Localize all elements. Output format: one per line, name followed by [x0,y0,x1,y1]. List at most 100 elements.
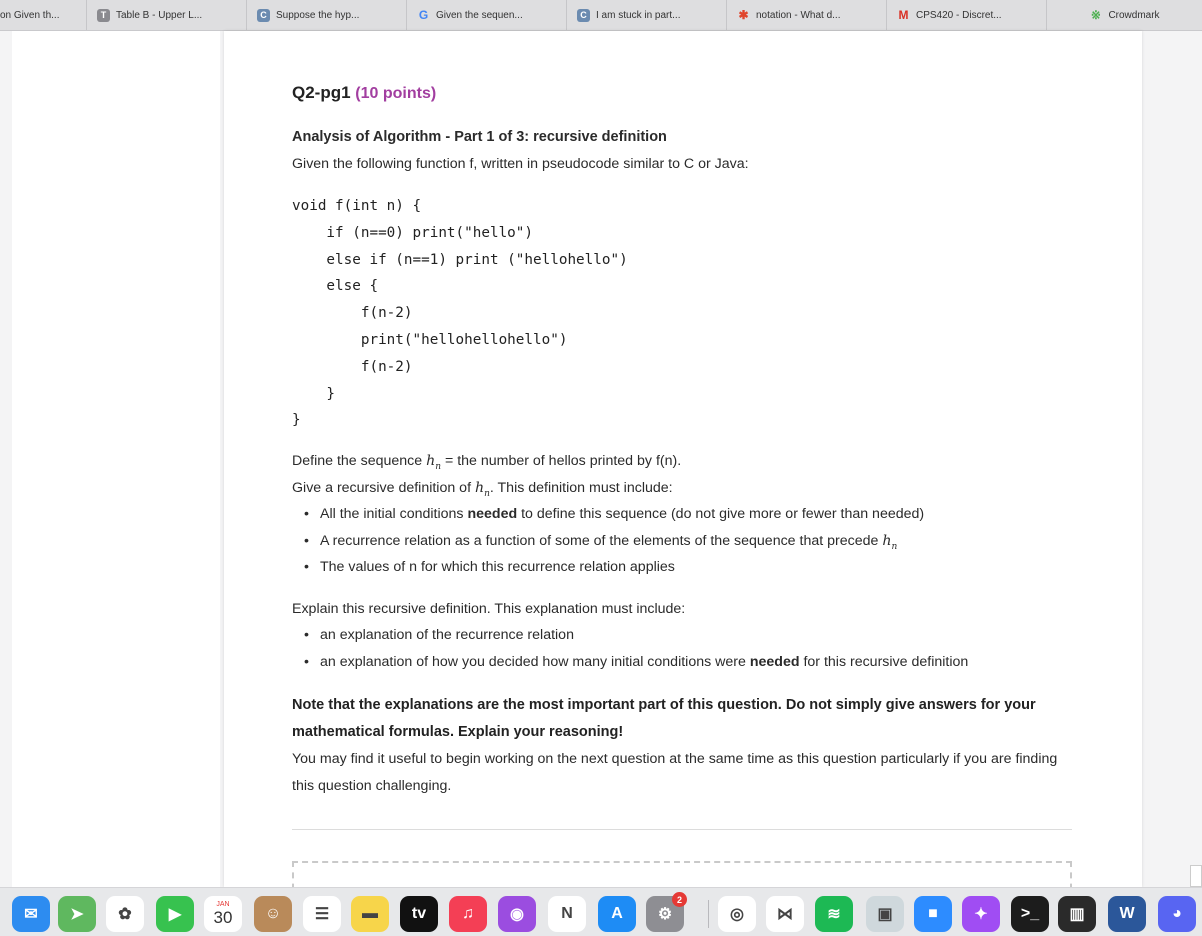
messenger-icon[interactable]: ✦ [962,896,1000,932]
seq-symbol-sub-3: n [891,541,898,552]
bullet3-text: The values of n for which this recurrenc… [320,559,675,576]
zoom-icon[interactable]: ■ [914,896,952,932]
page: Q2-pg1 (10 points) Analysis of Algorithm… [0,31,1202,901]
news-icon[interactable]: N [548,896,586,932]
reminders-icon[interactable]: ☰ [303,896,341,932]
calendar-month: JAN [216,900,230,908]
photos-icon[interactable]: ✿ [106,896,144,932]
dock-glyph: N [561,905,573,922]
browser-tab[interactable]: C Suppose the hyp... [247,0,407,30]
notification-badge: 2 [672,892,687,907]
word-icon[interactable]: W [1108,896,1146,932]
bullet1-bold: needed [467,506,518,522]
list-item: an explanation of how you decided how ma… [304,654,968,681]
seq-symbol-2: hn [474,480,490,499]
podcasts-icon[interactable]: ◉ [498,896,536,932]
dock-glyph: ⋈ [777,906,793,923]
tab-label: Suppose the hyp... [276,9,360,21]
terminal-icon[interactable]: >_ [1011,896,1049,932]
tab-label: Given the sequen... [436,9,523,21]
chrome-icon[interactable]: ◎ [718,896,756,932]
piano-icon[interactable]: ▥ [1058,896,1096,932]
seq-symbol-3: hn [882,533,898,552]
define-sequence-text: Define the sequence hn = the number of h… [292,453,681,472]
discord-icon[interactable]: ◕ [1158,896,1196,932]
explain-bullet2-pre: an explanation of how you decided how ma… [320,653,750,670]
explain-bullet1: an explanation of the recurrence relatio… [320,627,574,643]
browser-tab[interactable]: M CPS420 - Discret... [887,0,1047,30]
browser-tab[interactable]: C I am stuck in part... [567,0,727,30]
browser-tab[interactable]: ✱ notation - What d... [727,0,887,30]
definition-requirements-list: All the initial conditions needed to def… [304,506,924,586]
music-icon[interactable]: ♫ [449,896,487,932]
explanation-requirements-list: an explanation of the recurrence relatio… [304,627,968,680]
tab-favicon-icon: ✱ [738,8,749,22]
dock-glyph: ✉ [24,906,38,923]
question-title: Q2-pg1 (10 points) [292,83,436,103]
preview-icon[interactable]: ▣ [866,896,904,932]
calendar-day: 30 [213,907,233,927]
dock-glyph: ➤ [70,906,84,923]
facetime-icon[interactable]: ▶ [156,896,194,932]
dock-separator [708,900,709,928]
notes-icon[interactable]: ▬ [351,896,389,932]
tab-favicon-icon: T [97,8,110,22]
explain-bullet2-post: for this recursive definition [799,653,969,670]
browser-tab-bar: on Given th... T Table B - Upper L... C Supp… [0,0,1202,31]
give-definition-text: Give a recursive definition of hn. This … [292,480,673,499]
dock-glyph: ■ [928,905,938,922]
browser-tab[interactable]: G Given the sequen... [407,0,567,30]
dock-glyph: ≋ [827,906,841,923]
visual-studio-icon[interactable]: ⋈ [766,896,804,932]
tab-label: I am stuck in part... [596,9,681,21]
seq-symbol-letter: h [426,453,436,469]
dock-glyph: ♫ [462,905,474,922]
seq-symbol-letter-2: h [474,480,485,496]
mail-icon[interactable]: ✉ [12,896,50,932]
dock-glyph: ◉ [510,906,524,923]
dock-glyph: ▣ [877,906,893,923]
list-item: A recurrence relation as a function of s… [304,533,924,560]
dock-glyph: ✿ [118,906,132,923]
app-store-icon[interactable]: A [598,896,636,932]
calendar-icon[interactable]: JAN 30 [204,896,242,932]
define-pre: Define the sequence [292,453,427,469]
dock: ✉ ➤ ✿ ▶ JAN 30 ☺ ☰ ▬ tv ♫ ◉ N A ⚙ 2 ◎ ⋈ ≋ ▣ ■ ✦ >_ ▥ W ◕ [0,887,1202,936]
bullet1-post: to define this sequence (do not give mor… [517,506,925,522]
tab-favicon-icon: C [257,8,270,22]
contacts-icon[interactable]: ☺ [254,896,292,932]
dock-glyph: W [1119,905,1135,922]
browser-tab[interactable]: T Table B - Upper L... [87,0,247,30]
dock-glyph: ✦ [974,906,988,923]
tab-favicon-icon: C [577,8,590,22]
question-number: Q2-pg1 [292,83,351,102]
browser-tab[interactable]: ※ Crowdmark [1047,0,1202,30]
scroll-edge [1190,865,1202,887]
maps-icon[interactable]: ➤ [58,896,96,932]
dock-glyph: ☰ [314,906,330,923]
dock-glyph: ◕ [1172,905,1182,922]
dock-glyph: ▶ [168,906,182,923]
apple-tv-icon[interactable]: tv [400,896,438,932]
dock-glyph: ⚙ [657,906,673,923]
tab-label: notation - What d... [756,9,841,21]
tab-favicon-icon: G [418,8,429,22]
bullet1-pre: All the initial conditions [320,506,468,522]
bullet2-text: A recurrence relation as a function of s… [320,532,883,549]
system-preferences-icon[interactable]: ⚙ 2 [646,892,687,932]
tab-favicon-icon: M [898,8,909,22]
browser-tab[interactable]: on Given th... [0,0,87,30]
dock-glyph: A [611,905,623,922]
question-content: Q2-pg1 (10 points) Analysis of Algorithm… [224,31,1142,901]
tab-label: Crowdmark [1108,9,1160,21]
explain-intro: Explain this recursive definition. This … [292,601,686,617]
list-item: The values of n for which this recurrenc… [304,559,924,586]
left-panel [12,31,220,887]
pseudocode-block: void f(int n) { if (n==0) print("hello")… [292,198,628,429]
important-note: Note that the explanations are the most … [292,697,1036,740]
dock-glyph: ◎ [730,906,744,923]
dock-glyph: tv [411,905,427,922]
dock-glyph: ▥ [1069,906,1085,923]
spotify-icon[interactable]: ≋ [815,896,853,932]
dock-glyph: ☺ [264,905,282,922]
